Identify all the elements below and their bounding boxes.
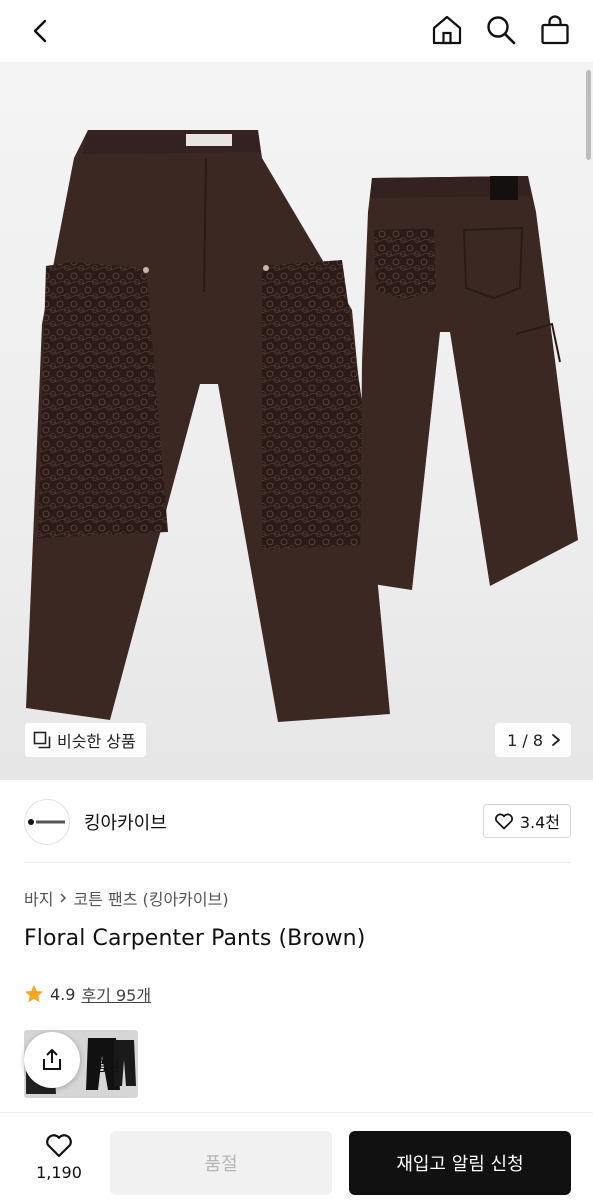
share-icon: [43, 1049, 61, 1070]
chevron-right-icon: [60, 893, 67, 903]
product-image-gallery[interactable]: 비슷한 상품 1 / 8: [0, 62, 593, 780]
product-photo: [26, 130, 578, 722]
back-button[interactable]: [24, 14, 58, 48]
restock-alert-button[interactable]: 재입고 알림 신청: [349, 1131, 571, 1195]
divider: [24, 862, 571, 863]
cart-button[interactable]: [537, 12, 573, 48]
option-soldout-label: 품절: [94, 1059, 120, 1075]
product-title: Floral Carpenter Pants (Brown): [24, 926, 366, 951]
heart-icon: [494, 813, 513, 830]
chevron-left-icon: [33, 19, 47, 43]
search-button[interactable]: [483, 12, 519, 48]
home-icon: [432, 15, 462, 45]
store-logo-mark: [28, 819, 65, 825]
similar-products-label: 비슷한 상품: [57, 732, 136, 751]
store-like-count: 3.4천: [519, 813, 560, 832]
store-name[interactable]: 킹아카이브: [84, 809, 167, 835]
wishlist-button[interactable]: 1,190: [28, 1131, 90, 1182]
top-bar: [0, 0, 593, 62]
shopping-bag-icon: [541, 15, 569, 45]
bottom-action-bar: 1,190 품절 재입고 알림 신청: [0, 1112, 593, 1200]
home-button[interactable]: [429, 12, 465, 48]
rating-score: 4.9: [50, 984, 76, 1004]
store-row: 킹아카이브 3.4천: [24, 798, 571, 846]
similar-icon: [33, 731, 51, 749]
breadcrumb: 바지 코튼 팬츠 (킹아카이브): [24, 886, 229, 910]
rating-row: 4.9 후기 95개: [24, 982, 151, 1006]
share-button[interactable]: [24, 1032, 80, 1088]
chevron-right-icon: [552, 734, 560, 746]
similar-products-button[interactable]: 비슷한 상품: [25, 723, 146, 757]
store-logo[interactable]: [24, 799, 70, 845]
wishlist-count: 1,190: [36, 1163, 82, 1182]
star-icon: [25, 985, 43, 1003]
breadcrumb-subcategory[interactable]: 코튼 팬츠 (킹아카이브): [73, 886, 228, 910]
heart-icon: [46, 1134, 72, 1158]
breadcrumb-category[interactable]: 바지: [24, 886, 53, 910]
image-pager[interactable]: 1 / 8: [495, 723, 571, 757]
image-pager-label: 1 / 8: [507, 730, 543, 750]
review-count-link[interactable]: 후기 95개: [81, 982, 151, 1006]
soldout-button: 품절: [110, 1131, 332, 1195]
search-icon: [487, 16, 516, 45]
store-like-button[interactable]: 3.4천: [482, 804, 571, 838]
page-scrollbar[interactable]: [586, 70, 591, 160]
